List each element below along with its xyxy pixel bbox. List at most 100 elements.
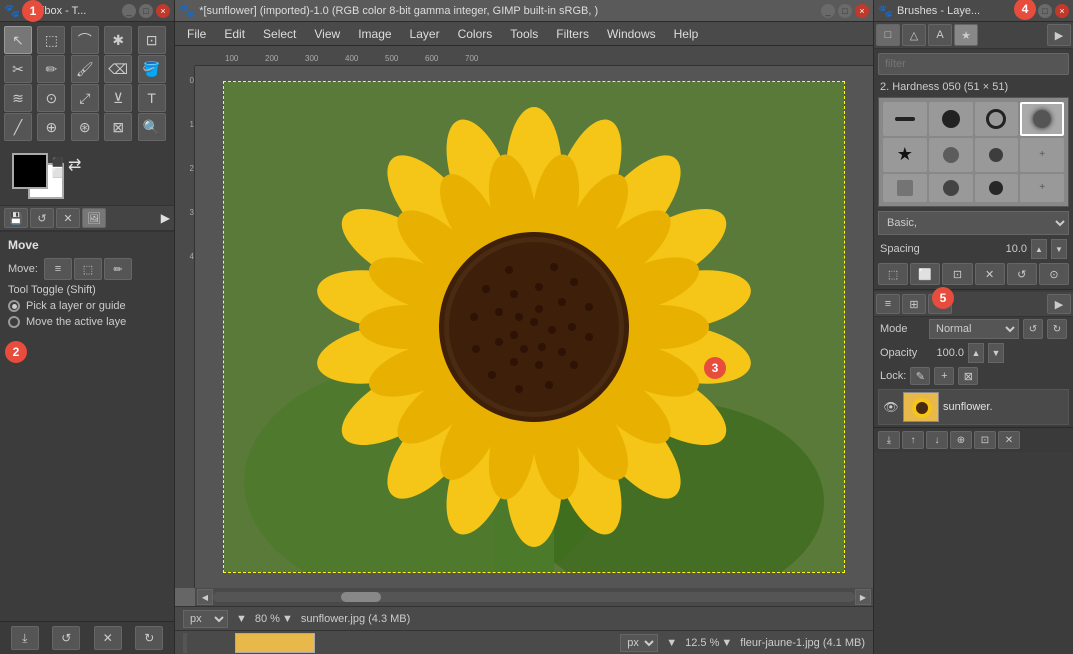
tool-eraser[interactable]: ⌫ (104, 55, 132, 83)
tool-fuzzy-select[interactable]: ✱ (104, 26, 132, 54)
menu-tools[interactable]: Tools (502, 25, 546, 43)
toolbox-close-button[interactable]: × (156, 4, 170, 18)
toolbox-footer-btn-redo[interactable]: ↻ (135, 626, 163, 650)
brush-swatch-2[interactable] (929, 102, 973, 136)
scroll-right-button[interactable]: ▶ (855, 589, 871, 605)
opacity-increment-button[interactable]: ▲ (968, 343, 984, 363)
layer-item[interactable]: 👁 sunflower. (878, 389, 1069, 425)
foreground-color-swatch[interactable] (12, 153, 48, 189)
brushes-close-button[interactable]: × (1055, 4, 1069, 18)
brush-swatch-10[interactable] (929, 174, 973, 202)
scrollbar-track-h[interactable] (213, 592, 855, 602)
move-active-radio[interactable] (8, 316, 20, 328)
layer-mode-undo-button[interactable]: ↺ (1023, 319, 1043, 339)
layer-mode-redo-button[interactable]: ↻ (1047, 319, 1067, 339)
scrollbar-thumb-h[interactable] (341, 592, 381, 602)
spacing-increment-button[interactable]: ▲ (1031, 239, 1047, 259)
tool-shear[interactable]: ⊻ (104, 84, 132, 112)
layers-footer-btn-duplicate[interactable]: ⊕ (950, 431, 972, 449)
opacity-decrement-button[interactable]: ▼ (988, 343, 1004, 363)
tool-clone[interactable]: ⊠ (104, 113, 132, 141)
toolbox-footer-btn-undo[interactable]: ↺ (52, 626, 80, 650)
tool-options-expand-button[interactable]: ▶ (161, 211, 170, 225)
tool-text[interactable]: T (138, 84, 166, 112)
tool-rect-select[interactable]: ⬚ (37, 26, 65, 54)
brush-tab-pattern[interactable]: □ (876, 24, 900, 46)
brush-swatch-5[interactable]: ★ (883, 138, 927, 171)
tool-magnify[interactable]: 🔍 (138, 113, 166, 141)
brush-tab-brush[interactable]: ★ (954, 24, 978, 46)
nav-zoom-dropdown-icon2[interactable]: ▼ (721, 637, 732, 649)
brush-swatch-12[interactable]: + (1020, 174, 1064, 202)
nav-unit-select[interactable]: px (620, 634, 658, 652)
menu-edit[interactable]: Edit (216, 25, 253, 43)
move-active-row[interactable]: Move the active laye (8, 314, 166, 330)
menu-filters[interactable]: Filters (548, 25, 597, 43)
unit-dropdown-icon[interactable]: ▼ (236, 613, 247, 625)
layers-footer-btn-up[interactable]: ↑ (902, 431, 924, 449)
menu-windows[interactable]: Windows (599, 25, 664, 43)
move-path-button[interactable]: ✏ (104, 258, 132, 280)
menu-view[interactable]: View (306, 25, 348, 43)
tool-smudge[interactable]: ≋ (4, 84, 32, 112)
layers-tab-channels[interactable]: ≡ (876, 294, 900, 314)
lock-position-button[interactable]: + (934, 367, 954, 385)
layers-footer-btn-delete[interactable]: ✕ (998, 431, 1020, 449)
toolbox-maximize-button[interactable]: □ (139, 4, 153, 18)
toolbox-minimize-button[interactable]: _ (122, 4, 136, 18)
tool-fill[interactable]: 🪣 (138, 55, 166, 83)
zoom-dropdown-icon[interactable]: ▼ (282, 613, 293, 625)
menu-layer[interactable]: Layer (402, 25, 448, 43)
brush-swatch-6[interactable] (929, 138, 973, 171)
layers-footer-btn-new[interactable]: ⤓ (878, 431, 900, 449)
brushes-maximize-button[interactable]: □ (1038, 4, 1052, 18)
brush-swatch-1[interactable] (883, 102, 927, 136)
canvas-maximize-button[interactable]: □ (838, 4, 852, 18)
spacing-decrement-button[interactable]: ▼ (1051, 239, 1067, 259)
tool-preset-delete-button[interactable]: ✕ (56, 208, 80, 228)
toolbox-footer-btn-delete[interactable]: ✕ (94, 626, 122, 650)
layers-tab-channels2[interactable]: ⊞ (902, 294, 926, 314)
brush-action-btn-3[interactable]: ⊡ (942, 263, 972, 285)
tool-dodge[interactable]: ⊙ (37, 84, 65, 112)
layers-tab-menu[interactable]: ▶ (1047, 294, 1071, 314)
lock-pixels-button[interactable]: ✎ (910, 367, 930, 385)
brush-panel-menu[interactable]: ▶ (1047, 24, 1071, 46)
brush-swatch-3[interactable] (975, 102, 1019, 136)
brush-tab-gradient[interactable]: △ (902, 24, 926, 46)
layers-footer-btn-merge[interactable]: ⊡ (974, 431, 996, 449)
tool-preset-restore-button[interactable]: ↺ (30, 208, 54, 228)
menu-image[interactable]: Image (350, 25, 399, 43)
brush-swatch-8[interactable]: + (1020, 138, 1064, 171)
tool-line[interactable]: ╱ (4, 113, 32, 141)
nav-resize-handle[interactable] (183, 633, 187, 653)
brush-swatch-11[interactable] (975, 174, 1019, 202)
brush-type-select[interactable]: Basic, Bristle Marker (878, 211, 1069, 235)
tool-preset-image-button[interactable]: 🖼 (82, 208, 106, 228)
nav-zoom-dropdown-icon[interactable]: ▼ (666, 637, 677, 649)
tool-heal[interactable]: ⊛ (71, 113, 99, 141)
brush-action-btn-6[interactable]: ⊙ (1039, 263, 1069, 285)
brush-swatch-4[interactable] (1020, 102, 1064, 136)
canvas-minimize-button[interactable]: _ (821, 4, 835, 18)
tool-pencil[interactable]: ✏ (37, 55, 65, 83)
brush-action-btn-1[interactable]: ⬚ (878, 263, 908, 285)
unit-select[interactable]: px in mm (183, 610, 228, 628)
canvas-scroll-area[interactable]: 3 (195, 66, 873, 588)
brush-swatch-9[interactable] (883, 174, 927, 202)
brush-swatch-7[interactable] (975, 138, 1019, 171)
brush-preview-grid[interactable]: ★ + + (878, 97, 1069, 207)
menu-help[interactable]: Help (666, 25, 707, 43)
canvas-image[interactable]: 3 (224, 82, 844, 572)
brush-action-btn-2[interactable]: ⬜ (910, 263, 940, 285)
layers-footer-btn-down[interactable]: ↓ (926, 431, 948, 449)
tool-preset-save-button[interactable]: 💾 (4, 208, 28, 228)
menu-file[interactable]: File (179, 25, 214, 43)
pick-layer-row[interactable]: Pick a layer or guide (8, 298, 166, 314)
move-selection-button[interactable]: ⬚ (74, 258, 102, 280)
pick-layer-radio[interactable] (8, 300, 20, 312)
lock-alpha-button[interactable]: ⊠ (958, 367, 978, 385)
tool-free-select[interactable]: ⌒ (71, 26, 99, 54)
move-layer-button[interactable]: ≡ (44, 258, 72, 280)
swap-colors-icon[interactable]: ⇄ (68, 155, 81, 175)
